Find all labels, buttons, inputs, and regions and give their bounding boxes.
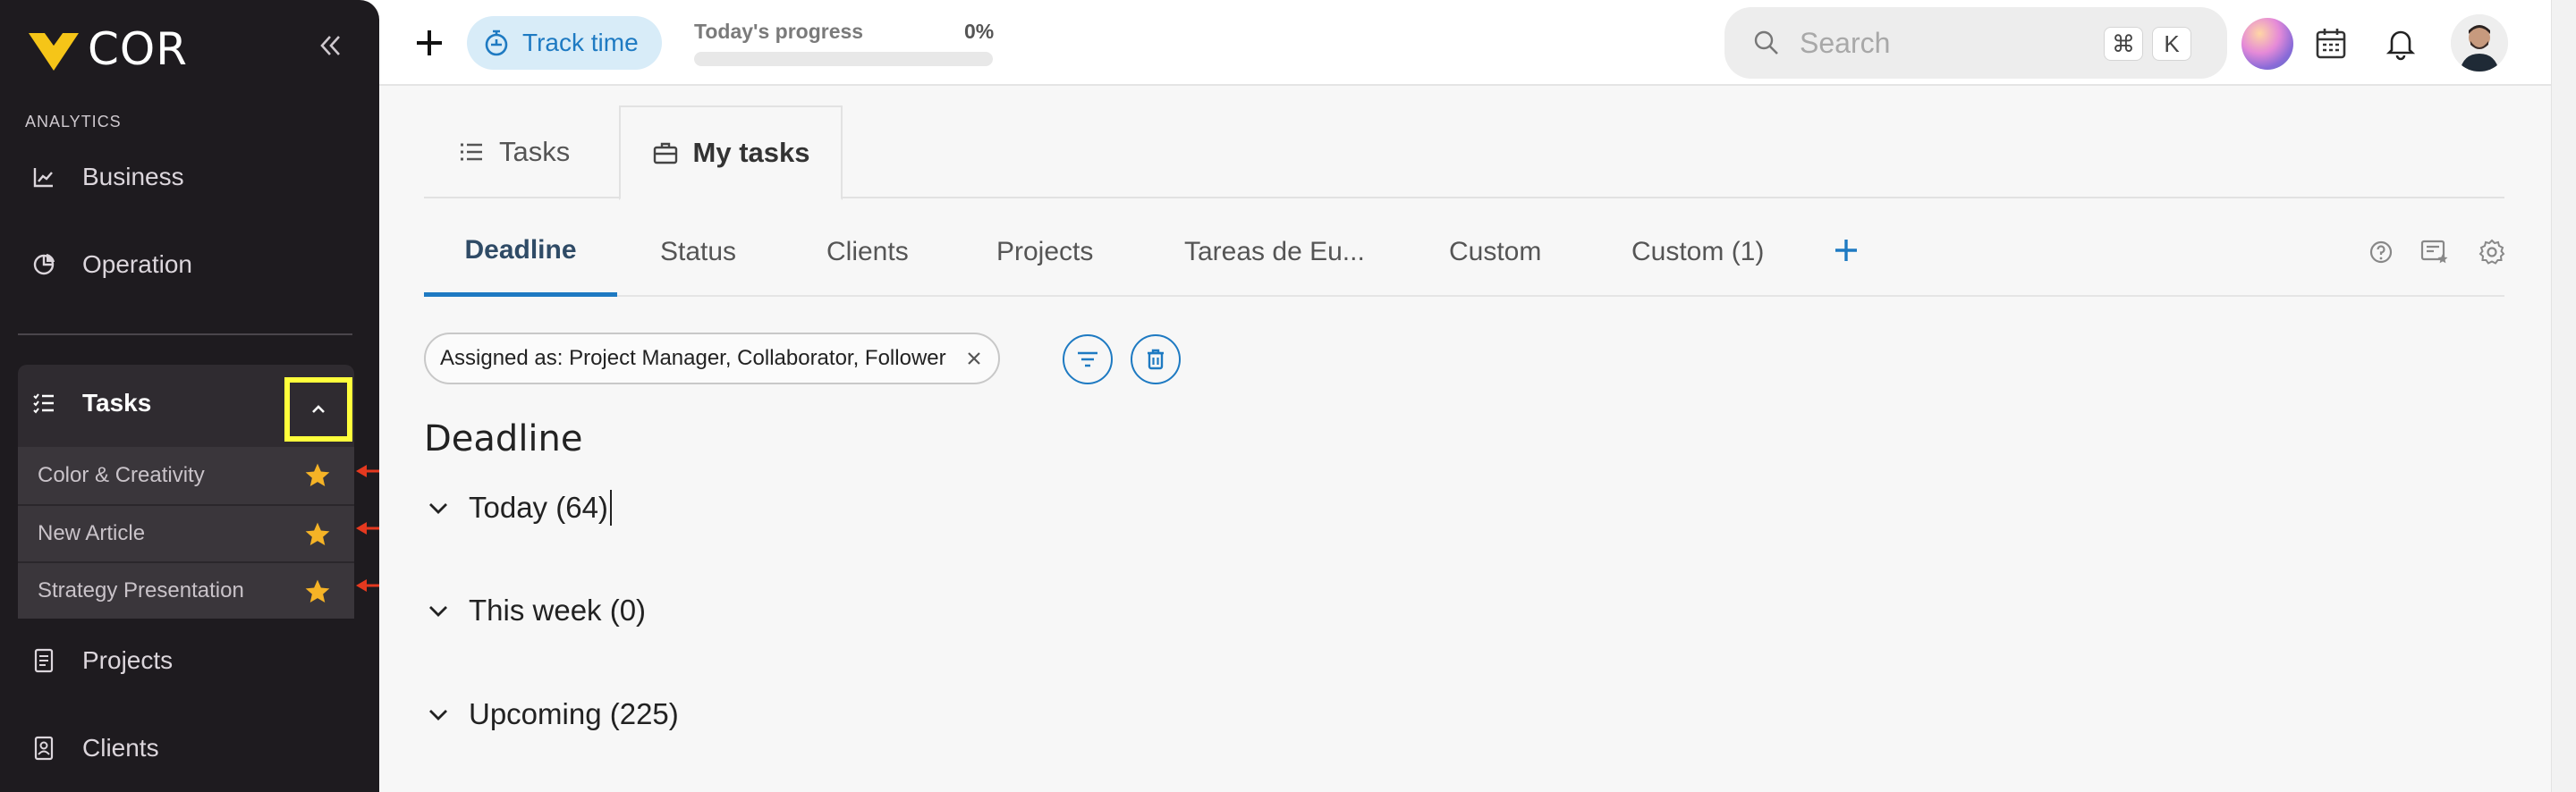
calendar-icon[interactable] [2313,25,2349,61]
group-this-week[interactable]: This week (0) [424,594,646,628]
filter-icon [1078,351,1097,367]
tab-tareas[interactable]: Tareas de Eu... [1184,207,1365,297]
favorite-item-label: New Article [38,521,146,545]
chevron-down-icon [429,710,447,720]
search-box[interactable]: ⌘ K [1724,7,2227,79]
group-label: Upcoming (225) [469,697,679,730]
tab-deadline[interactable]: Deadline [424,207,617,297]
trash-icon [1148,349,1164,370]
section-title: Deadline [424,418,583,459]
checklist-icon [30,390,57,417]
main-content: Tasks My tasks Deadline Status Clients P… [379,86,2551,792]
bell-icon[interactable] [2383,25,2419,61]
tab-custom-1[interactable]: Custom (1) [1631,207,1764,297]
track-time-button[interactable]: Track time [467,16,662,70]
settings-gear-icon[interactable] [2476,236,2508,268]
favorite-item[interactable]: New Article [18,504,354,561]
sidebar-item-label: Projects [82,646,174,674]
favorite-item[interactable]: Color & Creativity [18,447,354,504]
add-button[interactable] [411,25,447,61]
group-label: Today (64) [469,491,608,524]
sidebar-item-projects[interactable]: Projects [18,632,354,689]
search-icon [1754,30,1778,55]
sidebar-item-business[interactable]: Business [18,148,354,206]
sidebar-item-label: Tasks [82,389,152,417]
tab-tasks[interactable]: Tasks [458,105,570,198]
shortcut-key-k: K [2152,27,2191,61]
clear-filters-button[interactable] [1131,334,1181,384]
chevron-down-icon [429,503,447,514]
tab-my-tasks[interactable]: My tasks [619,105,843,200]
favorite-item[interactable]: Strategy Presentation [18,561,354,619]
ai-assistant-orb[interactable] [2241,18,2293,70]
list-icon [461,143,482,161]
shortcut-key-cmd: ⌘ [2104,27,2143,61]
chevron-down-icon [429,606,447,617]
user-avatar[interactable] [2451,14,2508,72]
tab-custom[interactable]: Custom [1449,207,1541,297]
tab-clients[interactable]: Clients [826,207,909,297]
tasks-collapse-toggle[interactable] [284,377,352,442]
track-time-label: Track time [522,29,639,56]
star-icon[interactable] [302,520,333,549]
sidebar-item-clients[interactable]: Clients [18,720,354,777]
sidebar-item-label: Operation [82,250,192,278]
sidebar-divider [18,333,352,335]
stopwatch-icon [485,29,508,56]
double-chevron-left-icon [320,36,340,55]
contact-card-icon [30,735,57,762]
sidebar-tasks-group: Tasks Color & Creativity New Article Str… [18,365,354,619]
user-photo-icon [2451,14,2508,72]
briefcase-icon [653,142,677,164]
view-tabs: Tasks My tasks [424,105,2504,200]
sidebar: COR ANALYTICS Business Operation Tasks C [0,0,379,792]
filter-button[interactable] [1063,334,1113,384]
star-icon[interactable] [302,461,333,490]
filter-chip-label: Assigned as: Project Manager, Collaborat… [440,346,946,370]
filter-chip-assigned[interactable]: Assigned as: Project Manager, Collaborat… [424,333,1000,384]
section-label-analytics: ANALYTICS [25,113,122,131]
logo-text: COR [88,23,189,75]
sidebar-item-label: Business [82,163,184,190]
sidebar-item-operation[interactable]: Operation [18,236,354,293]
logo-heart-icon [29,33,79,71]
cor-logo[interactable]: COR [25,23,188,75]
top-bar: Track time Today's progress 0% ⌘ K [379,0,2551,86]
chevron-up-icon [312,405,325,413]
close-icon[interactable] [964,349,984,368]
progress-label: Today's progress [694,20,864,43]
progress-percent: 0% [964,20,995,43]
search-input[interactable] [1800,26,2068,60]
tab-label: Tasks [499,136,571,167]
tab-status[interactable]: Status [660,207,736,297]
collapse-sidebar-button[interactable] [315,30,345,61]
text-cursor [609,490,612,526]
star-icon[interactable] [302,577,333,606]
saved-views-icon[interactable] [2419,236,2451,268]
pie-chart-icon [30,251,57,278]
help-icon[interactable] [2365,236,2397,268]
sidebar-item-label: Clients [82,734,159,762]
group-upcoming[interactable]: Upcoming (225) [424,697,679,731]
tab-projects[interactable]: Projects [996,207,1093,297]
group-today[interactable]: Today (64) [424,490,612,526]
favorite-item-label: Color & Creativity [38,463,205,487]
document-icon [30,647,57,674]
chart-line-icon [30,164,57,190]
page-scrollbar[interactable] [2551,0,2576,792]
group-label: This week (0) [469,594,647,627]
favorite-item-label: Strategy Presentation [38,578,244,602]
grouping-tabs: Deadline Status Clients Projects Tareas … [424,207,2505,297]
progress-bar [694,52,993,66]
tab-label: My tasks [692,137,810,168]
add-tab-button[interactable] [1828,232,1864,268]
